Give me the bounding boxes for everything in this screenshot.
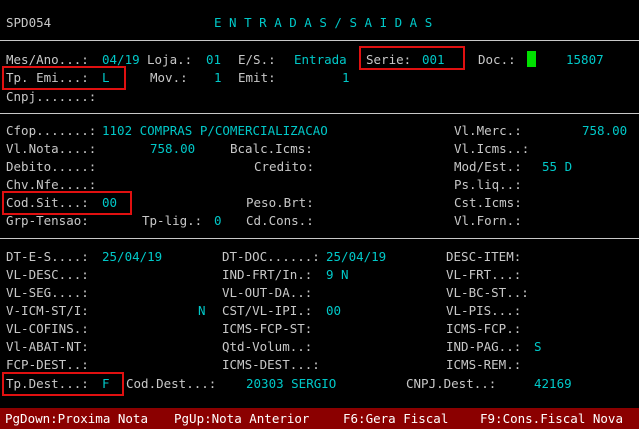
icms-rem-label: ICMS-REM.: xyxy=(446,357,522,372)
cnpj-label: Cnpj.......: xyxy=(6,89,97,104)
doc-label: Doc.: xyxy=(478,52,516,67)
vl-merc-field[interactable]: 758.00 xyxy=(582,122,627,140)
mod-est-field[interactable]: 55 D xyxy=(542,158,572,176)
divider-top xyxy=(0,40,639,41)
tp-emi-highlight-box xyxy=(2,66,126,90)
screen-title: E N T R A D A S / S A I D A S xyxy=(214,15,433,30)
desc-item-label: DESC-ITEM: xyxy=(446,249,522,264)
dt-doc-label: DT-DOC......: xyxy=(222,249,320,264)
cst-vl-ipi-field[interactable]: 00 xyxy=(326,302,341,320)
divider-bottom xyxy=(0,238,639,239)
f6-gera-fiscal-key[interactable]: F6:Gera Fiscal xyxy=(343,408,448,429)
serie-highlight-box xyxy=(359,46,465,70)
peso-brt-label: Peso.Brt: xyxy=(246,195,314,210)
mov-label: Mov.: xyxy=(150,70,188,85)
vl-pis-label: VL-PIS...: xyxy=(446,303,522,318)
vl-seg-label: VL-SEG....: xyxy=(6,285,89,300)
ind-pag-label: IND-PAG..: xyxy=(446,339,522,354)
cnpj-dest-field[interactable]: 42169 xyxy=(534,375,572,393)
bcalc-icms-label: Bcalc.Icms: xyxy=(230,141,313,156)
ind-frt-field[interactable]: 9 N xyxy=(326,266,349,284)
cfop-label: Cfop.......: xyxy=(6,123,97,138)
loja-label: Loja.: xyxy=(147,52,193,67)
ind-frt-label: IND-FRT/In.: xyxy=(222,267,313,282)
cod-dest-field[interactable]: 20303 SERGIO xyxy=(246,375,336,393)
tp-lig-label: Tp-lig.: xyxy=(142,213,203,228)
dt-es-field[interactable]: 25/04/19 xyxy=(102,248,162,266)
tp-lig-field[interactable]: 0 xyxy=(214,212,222,230)
v-icm-st-field[interactable]: N xyxy=(198,302,206,320)
emit-field[interactable]: 1 xyxy=(342,69,350,87)
grp-tensao-label: Grp-Tensao: xyxy=(6,213,89,228)
emit-label: Emit: xyxy=(238,70,276,85)
cst-icms-label: Cst.Icms: xyxy=(454,195,522,210)
text-cursor[interactable] xyxy=(527,51,536,67)
dt-es-label: DT-E-S....: xyxy=(6,249,89,264)
vl-forn-label: Vl.Forn.: xyxy=(454,213,522,228)
program-code: SPD054 xyxy=(6,15,52,30)
function-key-bar: PgDown:Proxima Nota PgUp:Nota Anterior F… xyxy=(0,408,639,429)
loja-field[interactable]: 01 xyxy=(206,51,221,69)
vl-abat-nt-label: Vl-ABAT-NT: xyxy=(6,339,89,354)
vl-cofins-label: VL-COFINS.: xyxy=(6,321,89,336)
divider-mid xyxy=(0,113,639,114)
cfop-field[interactable]: 1102 COMPRAS P/COMERCIALIZACAO xyxy=(102,122,328,140)
vl-nota-field[interactable]: 758.00 xyxy=(150,140,195,158)
cod-dest-label: Cod.Dest...: xyxy=(126,376,217,391)
cd-cons-label: Cd.Cons.: xyxy=(246,213,314,228)
es-label: E/S.: xyxy=(238,52,276,67)
ind-pag-field[interactable]: S xyxy=(534,338,542,356)
ps-liq-label: Ps.liq..: xyxy=(454,177,522,192)
doc-field[interactable]: 15807 xyxy=(566,51,604,69)
icms-fcp-label: ICMS-FCP.: xyxy=(446,321,522,336)
qtd-volum-label: Qtd-Volum..: xyxy=(222,339,313,354)
icms-fcp-st-label: ICMS-FCP-ST: xyxy=(222,321,313,336)
dt-doc-field[interactable]: 25/04/19 xyxy=(326,248,386,266)
vl-frt-label: VL-FRT...: xyxy=(446,267,522,282)
vl-desc-label: VL-DESC...: xyxy=(6,267,89,282)
debito-label: Debito.....: xyxy=(6,159,97,174)
vl-merc-label: Vl.Merc.: xyxy=(454,123,522,138)
credito-label: Credito: xyxy=(254,159,315,174)
cnpj-dest-label: CNPJ.Dest..: xyxy=(406,376,497,391)
vl-out-da-label: VL-OUT-DA..: xyxy=(222,285,313,300)
pgdown-next-note-key[interactable]: PgDown:Proxima Nota xyxy=(5,408,148,429)
mov-field[interactable]: 1 xyxy=(214,69,222,87)
icms-dest-label: ICMS-DEST...: xyxy=(222,357,320,372)
f9-cons-fiscal-nova-key[interactable]: F9:Cons.Fiscal Nova xyxy=(480,408,623,429)
vl-bc-st-label: VL-BC-ST..: xyxy=(446,285,529,300)
vl-icms-label: Vl.Icms..: xyxy=(454,141,530,156)
v-icm-st-label: V-ICM-ST/I: xyxy=(6,303,89,318)
vl-nota-label: Vl.Nota....: xyxy=(6,141,97,156)
pgup-previous-note-key[interactable]: PgUp:Nota Anterior xyxy=(174,408,309,429)
tp-dest-highlight-box xyxy=(2,372,124,396)
es-field[interactable]: Entrada xyxy=(294,51,347,69)
mod-est-label: Mod/Est.: xyxy=(454,159,522,174)
cst-vl-ipi-label: CST/VL-IPI.: xyxy=(222,303,313,318)
